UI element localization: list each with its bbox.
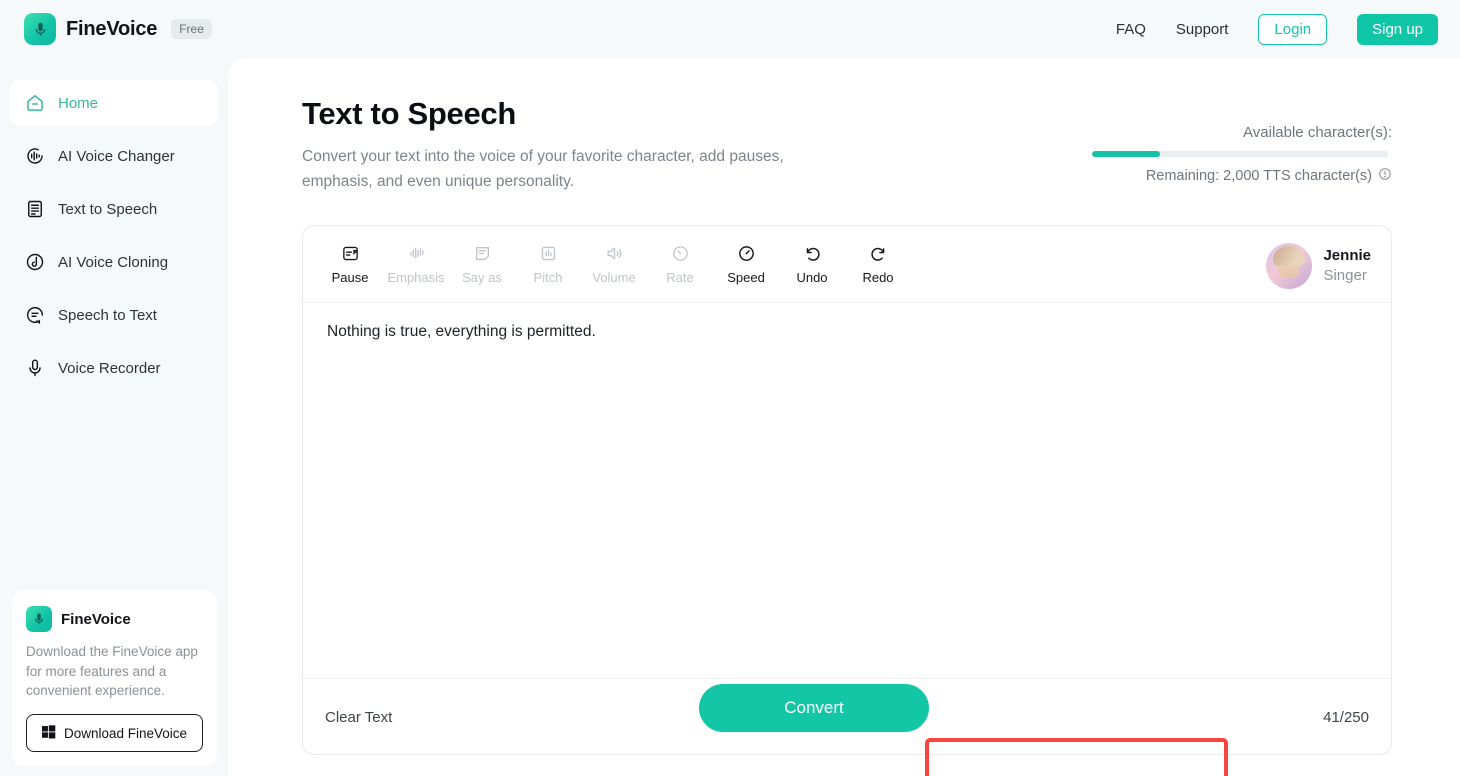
- download-finevoice-button[interactable]: Download FineVoice: [26, 714, 203, 752]
- voice-clone-icon: [24, 252, 45, 273]
- sidebar-item-label: AI Voice Cloning: [58, 254, 168, 271]
- voice-selector[interactable]: Jennie Singer: [1261, 238, 1383, 294]
- text-input-area[interactable]: Nothing is true, everything is permitted…: [303, 303, 1391, 678]
- main-content: Text to Speech Convert your text into th…: [228, 58, 1460, 776]
- avatar: [1266, 243, 1312, 289]
- sidebar: Home AI Voice Changer: [0, 58, 228, 776]
- tool-redo[interactable]: Redo: [845, 243, 911, 285]
- say-as-icon: [473, 243, 492, 263]
- header-actions: FAQ Support Login Sign up: [1116, 14, 1438, 45]
- nav-link-support[interactable]: Support: [1176, 21, 1229, 38]
- quota-remaining-text: Remaining: 2,000 TTS character(s): [1146, 168, 1372, 184]
- sidebar-item-text-to-speech[interactable]: Text to Speech: [10, 186, 218, 232]
- pause-tag-icon: [341, 243, 360, 263]
- tool-label: Speed: [727, 270, 765, 285]
- voice-name: Jennie: [1323, 246, 1371, 266]
- promo-card: FineVoice Download the FineVoice app for…: [12, 590, 217, 766]
- quota-progress-fill: [1092, 151, 1160, 157]
- brand[interactable]: FineVoice Free: [24, 13, 212, 45]
- sidebar-nav: Home AI Voice Changer: [0, 58, 228, 391]
- microphone-icon: [24, 358, 45, 379]
- tool-pitch[interactable]: Pitch: [515, 243, 581, 285]
- tool-say-as[interactable]: Say as: [449, 243, 515, 285]
- info-icon[interactable]: [1378, 167, 1392, 185]
- quota-label: Available character(s):: [1092, 124, 1392, 141]
- promo-header: FineVoice: [26, 606, 203, 632]
- tool-rate[interactable]: Rate: [647, 243, 713, 285]
- tool-speed[interactable]: Speed: [713, 243, 779, 285]
- app-root: FineVoice Free FAQ Support Login Sign up…: [0, 0, 1460, 776]
- clear-text-button[interactable]: Clear Text: [325, 709, 392, 726]
- plan-badge: Free: [171, 19, 212, 39]
- tool-volume[interactable]: Volume: [581, 243, 647, 285]
- voice-role: Singer: [1323, 266, 1371, 286]
- promo-title: FineVoice: [61, 611, 131, 628]
- quota-progress-bar: [1092, 151, 1388, 157]
- tool-emphasis[interactable]: Emphasis: [383, 243, 449, 285]
- home-icon: [24, 93, 45, 114]
- pitch-bars-icon: [539, 243, 558, 263]
- top-header: FineVoice Free FAQ Support Login Sign up: [0, 0, 1460, 58]
- tool-label: Undo: [796, 270, 827, 285]
- character-counter: 41/250: [1323, 709, 1369, 726]
- tool-label: Rate: [666, 270, 693, 285]
- sidebar-item-label: AI Voice Changer: [58, 148, 175, 165]
- tool-label: Volume: [592, 270, 635, 285]
- sidebar-item-speech-to-text[interactable]: Speech to Text: [10, 292, 218, 338]
- nav-link-faq[interactable]: FAQ: [1116, 21, 1146, 38]
- sidebar-item-label: Home: [58, 95, 98, 112]
- tts-editor-card: Pause Emphasis: [302, 225, 1392, 755]
- sidebar-item-ai-voice-cloning[interactable]: AI Voice Cloning: [10, 239, 218, 285]
- redo-icon: [869, 243, 888, 263]
- sidebar-item-label: Voice Recorder: [58, 360, 161, 377]
- tool-label: Redo: [862, 270, 893, 285]
- tool-pause[interactable]: Pause: [317, 243, 383, 285]
- tool-label: Say as: [462, 270, 502, 285]
- signup-button[interactable]: Sign up: [1357, 14, 1438, 45]
- undo-icon: [803, 243, 822, 263]
- sidebar-item-home[interactable]: Home: [10, 80, 218, 126]
- voice-changer-icon: [24, 146, 45, 167]
- document-lines-icon: [24, 199, 45, 220]
- rate-gauge-icon: [671, 243, 690, 263]
- speech-bubble-icon: [24, 305, 45, 326]
- speed-gauge-icon: [737, 243, 756, 263]
- tool-label: Pitch: [534, 270, 563, 285]
- tool-label: Emphasis: [387, 270, 444, 285]
- sidebar-item-voice-recorder[interactable]: Voice Recorder: [10, 345, 218, 391]
- convert-button-wrapper: Convert: [699, 684, 929, 732]
- finevoice-logo-icon: [24, 13, 56, 45]
- convert-button[interactable]: Convert: [699, 684, 929, 732]
- tool-undo[interactable]: Undo: [779, 243, 845, 285]
- tool-label: Pause: [332, 270, 369, 285]
- quota-footer: Remaining: 2,000 TTS character(s): [1092, 167, 1392, 185]
- brand-name: FineVoice: [66, 18, 157, 41]
- sidebar-item-label: Speech to Text: [58, 307, 157, 324]
- waveform-icon: [407, 243, 426, 263]
- login-button[interactable]: Login: [1258, 14, 1327, 45]
- windows-icon: [42, 725, 56, 742]
- promo-description: Download the FineVoice app for more feat…: [26, 642, 203, 701]
- sidebar-item-ai-voice-changer[interactable]: AI Voice Changer: [10, 133, 218, 179]
- sidebar-item-label: Text to Speech: [58, 201, 157, 218]
- speaker-icon: [605, 243, 624, 263]
- editor-footer: Clear Text Convert 41/250: [303, 679, 1391, 756]
- character-quota: Available character(s): Remaining: 2,000…: [1092, 124, 1392, 185]
- download-button-label: Download FineVoice: [64, 726, 187, 741]
- voice-info: Jennie Singer: [1323, 246, 1371, 287]
- finevoice-logo-icon: [26, 606, 52, 632]
- page-subtitle: Convert your text into the voice of your…: [302, 145, 822, 195]
- ssml-toolbar: Pause Emphasis: [303, 226, 1391, 302]
